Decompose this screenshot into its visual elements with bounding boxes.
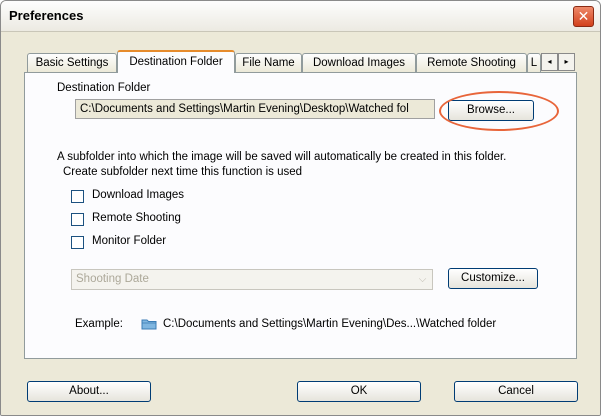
preferences-dialog: Preferences ✕ Basic Settings Destination… (0, 0, 601, 416)
window-title: Preferences (9, 8, 84, 23)
about-button[interactable]: About... (27, 381, 151, 402)
destination-folder-panel: Destination Folder C:\Documents and Sett… (24, 72, 577, 359)
title-bar: Preferences ✕ (1, 1, 600, 32)
browse-button[interactable]: Browse... (448, 100, 534, 121)
remote-shooting-checkbox[interactable] (71, 213, 84, 226)
download-images-option-label: Download Images (92, 189, 185, 201)
remote-shooting-option-label: Remote Shooting (92, 212, 181, 224)
destination-folder-label: Destination Folder (57, 82, 151, 94)
folder-icon (141, 319, 157, 330)
subfolder-description-line2: Create subfolder next time this function… (63, 166, 303, 178)
tab-overflow[interactable]: L (527, 53, 541, 72)
example-path: C:\Documents and Settings\Martin Evening… (163, 318, 497, 330)
example-label: Example: (75, 318, 123, 330)
chevron-down-icon[interactable]: ⌵ (414, 271, 431, 288)
tab-remote-shooting[interactable]: Remote Shooting (416, 53, 527, 72)
tab-scroll-left-icon[interactable]: ◂ (541, 53, 558, 71)
monitor-folder-checkbox[interactable] (71, 236, 84, 249)
subfolder-naming-select[interactable]: Shooting Date ⌵ (71, 269, 433, 290)
subfolder-naming-value: Shooting Date (76, 273, 149, 285)
tab-download-images[interactable]: Download Images (302, 53, 416, 72)
monitor-folder-option-label: Monitor Folder (92, 235, 167, 247)
tab-basic-settings[interactable]: Basic Settings (27, 53, 117, 72)
subfolder-description-line1: A subfolder into which the image will be… (57, 151, 507, 163)
customize-button[interactable]: Customize... (448, 268, 538, 289)
tab-scroll-right-icon[interactable]: ▸ (558, 53, 575, 71)
cancel-button[interactable]: Cancel (454, 381, 578, 402)
close-icon[interactable]: ✕ (573, 6, 594, 27)
dialog-body: Basic Settings Destination Folder File N… (1, 32, 600, 415)
tab-file-name[interactable]: File Name (235, 53, 302, 72)
download-images-checkbox[interactable] (71, 190, 84, 203)
destination-path-field[interactable]: C:\Documents and Settings\Martin Evening… (75, 99, 435, 119)
ok-button[interactable]: OK (297, 381, 421, 402)
tab-destination-folder[interactable]: Destination Folder (117, 50, 235, 73)
